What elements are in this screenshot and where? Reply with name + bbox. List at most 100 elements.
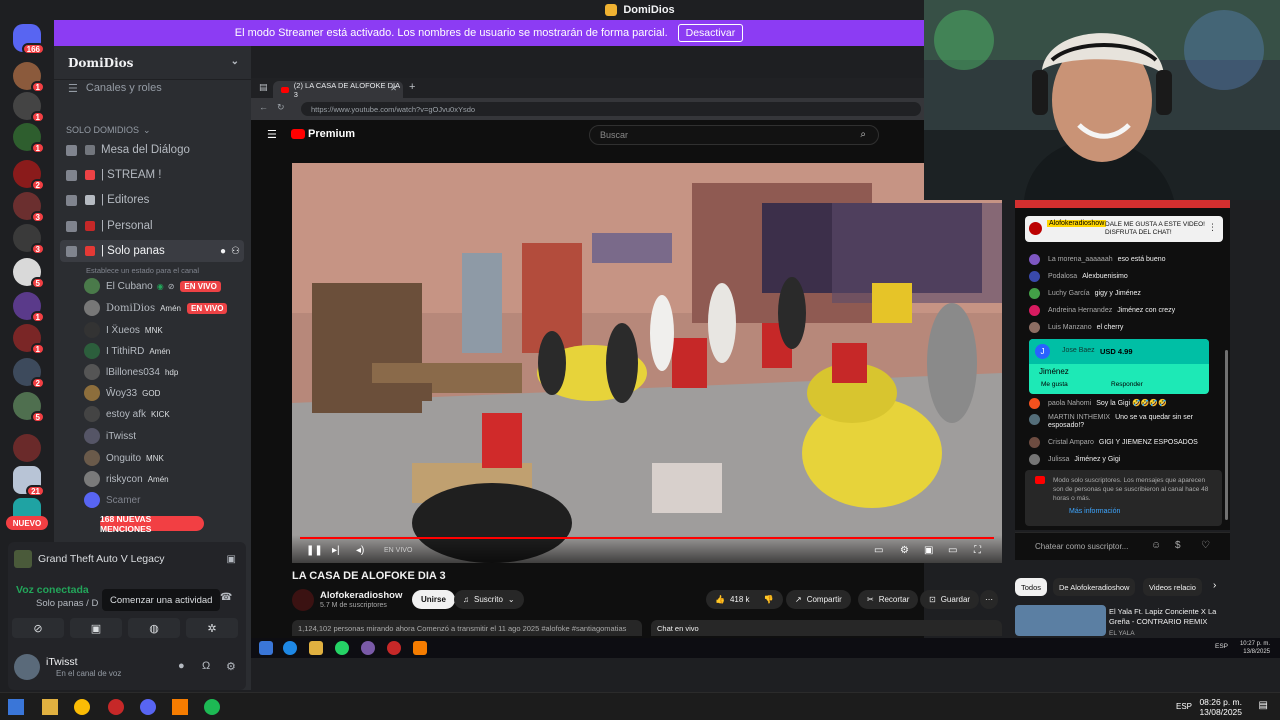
super-chat-reply-button[interactable]: Responder	[1111, 381, 1143, 388]
new-servers-pill[interactable]: NUEVO	[6, 516, 48, 530]
menu-icon[interactable]: ☰	[267, 128, 277, 141]
chat-live-header[interactable]: Chat en vivo	[651, 620, 1002, 636]
voice-channel[interactable]: Mesa del Diálogo	[60, 139, 244, 161]
more-vertical-icon[interactable]: ⋮	[1208, 222, 1217, 233]
add-user-icon[interactable]: ⚇	[231, 246, 240, 257]
server-icon[interactable]: 21	[13, 466, 45, 497]
tab-related[interactable]: Videos relacio	[1143, 578, 1202, 596]
discord-icon[interactable]	[140, 699, 156, 715]
voice-user[interactable]: Ŵoy33 GOD	[84, 383, 160, 403]
server-icon[interactable]: 1	[13, 123, 45, 154]
inner-language-indicator[interactable]: ESP	[1215, 643, 1228, 650]
app-icon[interactable]	[387, 641, 401, 655]
deactivate-streamer-button[interactable]: Desactivar	[677, 24, 744, 42]
recommendation-title[interactable]: El Yala Ft. Lapiz Conciente X La Greña -…	[1109, 607, 1229, 627]
disconnect-icon[interactable]: ☎	[220, 592, 232, 603]
notification-icon[interactable]: ▤	[1259, 700, 1268, 711]
captions-icon[interactable]: ▭	[874, 545, 883, 556]
server-icon[interactable]: 2	[13, 358, 45, 389]
app-icon[interactable]	[413, 641, 427, 655]
voice-channel[interactable]: | STREAM !	[60, 164, 244, 186]
chat-scrollbar[interactable]	[1225, 350, 1228, 520]
clip-button[interactable]: ✂ Recortar	[858, 590, 919, 609]
voice-user[interactable]: Onguito MNK	[84, 448, 164, 468]
server-icon[interactable]: 1	[13, 324, 45, 355]
voice-channel[interactable]: | Personal	[60, 215, 244, 237]
fullscreen-icon[interactable]: ⛶	[974, 545, 981, 556]
spotify-icon[interactable]	[204, 699, 220, 715]
chat-author[interactable]: Julissa	[1048, 456, 1069, 463]
thumbs-down-icon[interactable]: 👎	[764, 595, 774, 604]
voice-user[interactable]: I TithiRD Amén	[84, 341, 170, 361]
video-player[interactable]: ❚❚ ▸| ◂) EN VIVO ▭ ⚙ ▣ ▭ ⛶	[292, 163, 1002, 563]
folder-icon[interactable]	[42, 699, 58, 715]
channels-roles-link[interactable]: ☰ Canales y roles	[68, 78, 162, 98]
search-input[interactable]: Buscar ⌕	[589, 125, 879, 145]
chat-author[interactable]: Cristal Amparo	[1048, 439, 1094, 446]
discord-icon[interactable]	[361, 641, 375, 655]
chat-author[interactable]: Podalosa	[1048, 273, 1077, 280]
screen-share-button[interactable]: ▣	[70, 618, 122, 638]
recommendation-channel[interactable]: EL YALA	[1109, 630, 1135, 637]
reload-icon[interactable]: ↻	[277, 102, 285, 113]
discord-home-icon[interactable]: 166	[13, 24, 45, 55]
search-icon[interactable]: ⌕	[860, 129, 866, 140]
gear-icon[interactable]: ⚙	[226, 660, 236, 673]
volume-icon[interactable]: ◂)	[356, 545, 364, 556]
current-user[interactable]: iTwisst En el canal de voz ● Ω ⚙	[14, 652, 240, 682]
heart-icon[interactable]: ♡	[1201, 540, 1210, 551]
activity-button[interactable]: ◍	[128, 618, 180, 638]
voice-user[interactable]: DomiDios Amén EN VIVO	[84, 298, 228, 318]
chat-author[interactable]: Luchy García	[1048, 290, 1090, 297]
windows-start-icon[interactable]	[259, 641, 273, 655]
url-field[interactable]: https://www.youtube.com/watch?v=gOJvu0xY…	[301, 102, 921, 116]
voice-channel-active[interactable]: | Solo panas ● ⚇	[60, 240, 244, 262]
chat-bubble-icon[interactable]: ●	[220, 246, 226, 257]
voice-user[interactable]: iTwisst	[84, 426, 136, 446]
more-info-link[interactable]: Más información	[1069, 508, 1120, 515]
tab-channel[interactable]: De Alofokeradioshow	[1053, 578, 1136, 596]
edge-icon[interactable]	[283, 641, 297, 655]
server-icon[interactable]: 3	[13, 192, 45, 223]
windows-start-icon[interactable]	[8, 699, 24, 715]
emoji-icon[interactable]: ☺	[1151, 540, 1161, 551]
save-button[interactable]: ⊡ Guardar	[920, 590, 980, 609]
voice-channel-path[interactable]: Solo panas / D	[36, 598, 98, 609]
recommendation-thumbnail[interactable]	[1015, 605, 1106, 636]
app-icon[interactable]	[172, 699, 188, 715]
folder-icon[interactable]	[309, 641, 323, 655]
new-mentions-pill[interactable]: 168 NUEVAS MENCIONES	[100, 514, 204, 534]
like-button[interactable]: 👍 418 k 👎	[706, 590, 783, 609]
close-icon[interactable]: ✕	[390, 84, 397, 93]
chat-author[interactable]: Andreina Hernandez	[1048, 307, 1112, 314]
pause-icon[interactable]: ❚❚	[306, 545, 323, 556]
language-indicator[interactable]: ESP	[1176, 702, 1192, 711]
pinned-message[interactable]: Alofokeradioshow DALE ME GUSTA A ESTE VI…	[1025, 216, 1223, 242]
chat-author[interactable]: MARTIN INTHEMIX	[1048, 414, 1110, 421]
voice-user[interactable]: estoy afk KICK	[84, 404, 170, 424]
new-tab-icon[interactable]: +	[409, 81, 415, 93]
channel-avatar[interactable]	[292, 589, 314, 611]
channel-name[interactable]: Alofokeradioshow	[320, 590, 402, 601]
voice-user[interactable]: Scamer	[84, 490, 140, 510]
server-icon[interactable]: 3	[13, 224, 45, 255]
voice-user[interactable]: I Ẍueos MNK	[84, 320, 163, 340]
server-icon[interactable]: 2	[13, 160, 45, 191]
server-icon[interactable]: 1	[13, 92, 45, 123]
voice-user[interactable]: El Cubano ◉ ⊘ EN VIVO	[84, 276, 221, 296]
chevron-right-icon[interactable]: ›	[1213, 580, 1216, 591]
chat-author[interactable]: La morena_aaaaaah	[1048, 256, 1113, 263]
app-icon[interactable]	[108, 699, 124, 715]
super-chat-like-button[interactable]: Me gusta	[1041, 381, 1068, 388]
live-indicator[interactable]: EN VIVO	[384, 547, 412, 554]
video-description[interactable]: 1,124,102 personas mirando ahora Comenzó…	[292, 620, 642, 636]
voice-connected-label[interactable]: Voz conectada	[16, 584, 89, 596]
voice-channel[interactable]: | Editores	[60, 189, 244, 211]
chrome-icon[interactable]	[74, 699, 90, 715]
back-icon[interactable]: ←	[259, 102, 268, 112]
headphones-icon[interactable]: Ω	[202, 660, 210, 672]
server-icon[interactable]: 5	[13, 392, 45, 423]
server-icon[interactable]	[13, 434, 41, 462]
camera-off-button[interactable]: ⊘	[12, 618, 64, 638]
gear-icon[interactable]: ⚙	[900, 545, 909, 556]
